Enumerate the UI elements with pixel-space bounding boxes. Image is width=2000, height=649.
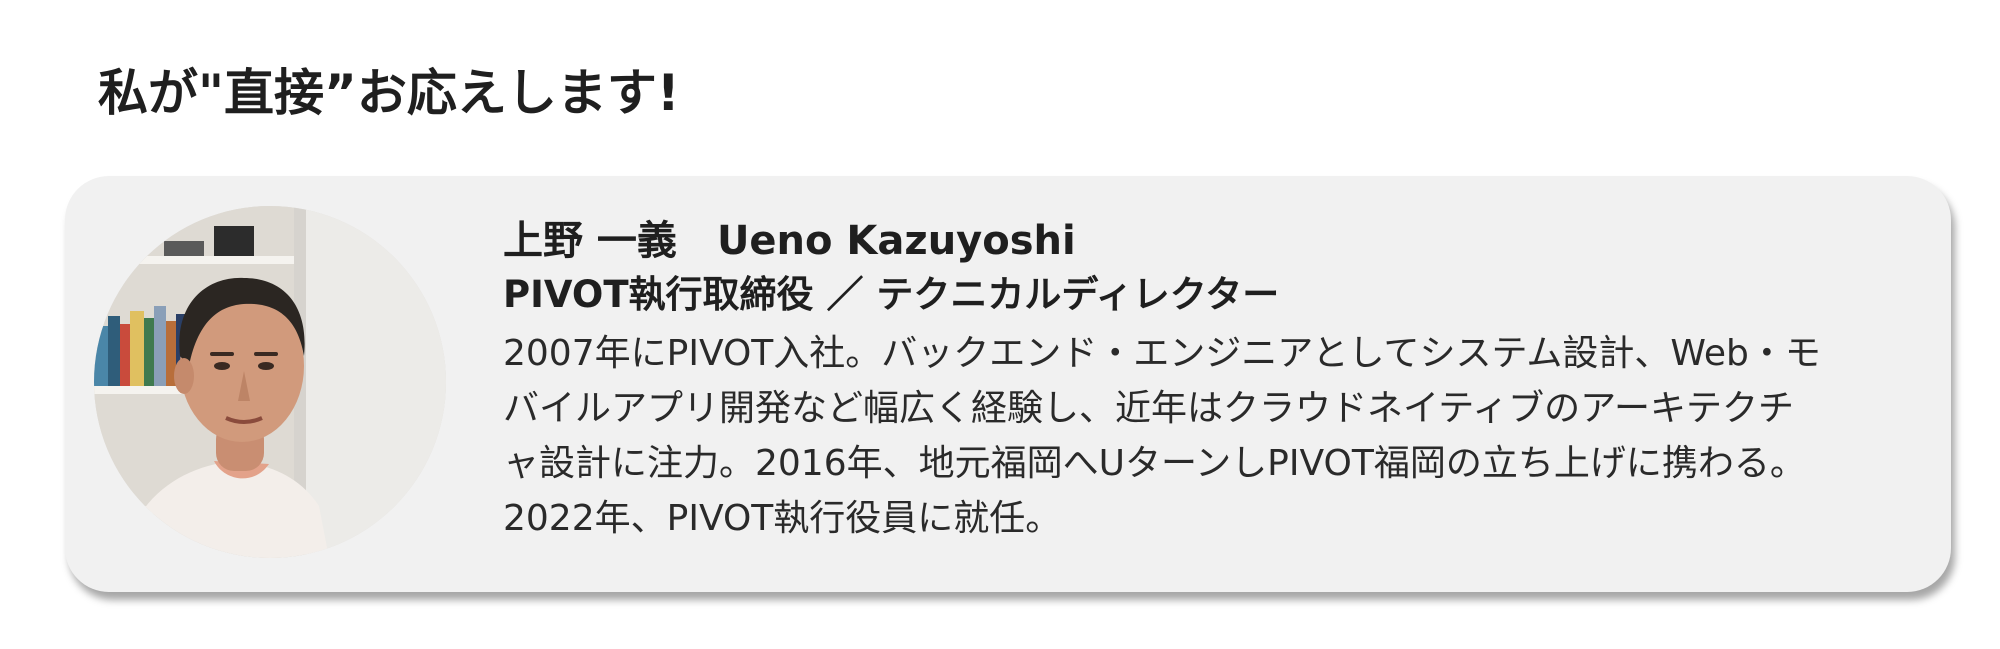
section-heading: 私が"直接”お応えします!: [98, 64, 680, 122]
profile-name: 上野 一義 Ueno Kazuyoshi: [503, 214, 1863, 268]
profile-photo: [94, 206, 446, 558]
profile-bio: 2007年にPIVOT入社。バックエンド・エンジニアとしてシステム設計、Web・…: [503, 333, 1821, 539]
profile-card: 上野 一義 Ueno Kazuyoshi PIVOT執行取締役 ／ テクニカルディ…: [65, 176, 1951, 592]
profile-text: 上野 一義 Ueno Kazuyoshi PIVOT執行取締役 ／ テクニカルディ…: [503, 214, 1863, 546]
profile-job-title: PIVOT執行取締役 ／ テクニカルディレクター: [503, 273, 1280, 316]
profile-name-ja: 上野 一義: [503, 218, 677, 264]
profile-name-en: Ueno Kazuyoshi: [716, 218, 1076, 264]
profile-avatar: [94, 206, 446, 558]
